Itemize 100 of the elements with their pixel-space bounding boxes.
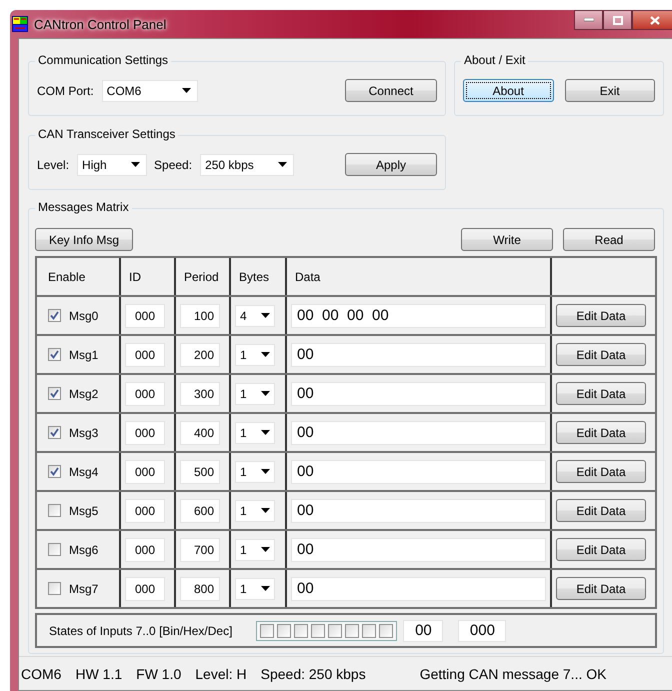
speed-dropdown[interactable]: 250 kbps [200, 154, 294, 176]
write-button[interactable]: Write [461, 228, 553, 251]
close-button[interactable] [632, 10, 672, 30]
edit-data-button[interactable]: Edit Data [556, 460, 646, 483]
enable-checkbox[interactable] [48, 387, 61, 400]
com-port-dropdown[interactable]: COM6 [102, 80, 198, 102]
data-field[interactable]: 00 [291, 576, 546, 600]
column-header: Bytes [239, 270, 270, 284]
enable-checkbox[interactable] [48, 348, 61, 361]
edit-data-button[interactable]: Edit Data [556, 343, 646, 366]
edit-data-button[interactable]: Edit Data [556, 499, 646, 522]
enable-checkbox[interactable] [48, 309, 61, 322]
group-title: About / Exit [461, 53, 528, 67]
bytes-dropdown[interactable]: 1 [235, 500, 275, 522]
bytes-dropdown[interactable]: 1 [235, 538, 275, 560]
enable-checkbox[interactable] [48, 543, 61, 556]
field-label: Level: [37, 158, 70, 172]
id-field[interactable]: 000 [125, 576, 165, 600]
edit-data-button[interactable]: Edit Data [556, 577, 646, 600]
enable-checkbox[interactable] [48, 582, 61, 595]
period-field[interactable]: 500 [180, 460, 220, 484]
period-field[interactable]: 300 [180, 382, 220, 406]
status-text: Speed: 250 kbps [260, 666, 366, 682]
edit-data-button[interactable]: Edit Data [556, 421, 646, 444]
hex-field[interactable]: 00 [403, 620, 444, 642]
caret-icon [261, 547, 270, 552]
minimize-icon [584, 18, 594, 22]
period-field[interactable]: 100 [180, 304, 220, 328]
bytes-dropdown[interactable]: 1 [235, 578, 275, 600]
level-dropdown[interactable]: High [77, 154, 148, 176]
period-field[interactable]: 200 [180, 342, 220, 366]
caret-icon [182, 88, 191, 93]
enable-checkbox[interactable] [48, 504, 61, 517]
dec-field[interactable]: 000 [458, 620, 506, 642]
input-bit-checkbox[interactable] [379, 624, 394, 638]
status-text: Getting CAN message 7... OK [420, 666, 606, 682]
inputs-label: States of Inputs 7..0 [Bin/Hex/Dec] [49, 624, 232, 638]
input-bit-checkbox[interactable] [328, 624, 342, 638]
column-header: Data [295, 270, 320, 284]
period-field[interactable]: 400 [180, 420, 220, 444]
id-field[interactable]: 000 [125, 304, 165, 328]
message-name: Msg0 [69, 308, 98, 322]
data-field[interactable]: 00 [291, 460, 546, 484]
exit-button[interactable]: Exit [564, 79, 655, 102]
input-bit-checkbox[interactable] [345, 624, 360, 638]
status-text: COM6 [21, 666, 62, 682]
checkmark-icon [50, 311, 59, 320]
caret-icon [261, 508, 270, 513]
input-bit-checkbox[interactable] [294, 624, 308, 638]
edit-data-button[interactable]: Edit Data [556, 382, 646, 405]
bytes-dropdown[interactable]: 1 [235, 422, 275, 444]
minimize-button[interactable] [574, 10, 603, 30]
caret-icon [261, 391, 270, 396]
connect-button[interactable]: Connect [345, 79, 437, 102]
field-label: COM Port: [37, 84, 94, 98]
period-field[interactable]: 800 [180, 576, 220, 600]
id-field[interactable]: 000 [125, 460, 165, 484]
bytes-dropdown[interactable]: 1 [235, 344, 275, 366]
close-icon [650, 16, 660, 24]
bytes-dropdown[interactable]: 4 [235, 304, 275, 326]
message-name: Msg7 [69, 582, 98, 596]
id-field[interactable]: 000 [125, 538, 165, 562]
column-header: Period [184, 270, 219, 284]
read-button[interactable]: Read [563, 228, 655, 251]
apply-button[interactable]: Apply [345, 153, 437, 176]
period-field[interactable]: 600 [180, 498, 220, 522]
id-field[interactable]: 000 [125, 498, 165, 522]
message-name: Msg6 [69, 542, 98, 556]
data-field[interactable]: 00 [291, 498, 546, 522]
bytes-dropdown[interactable]: 1 [235, 460, 275, 482]
bytes-dropdown[interactable]: 1 [235, 382, 275, 404]
enable-checkbox[interactable] [48, 465, 61, 478]
field-label: Speed: [154, 158, 192, 172]
caret-icon [261, 430, 270, 435]
key-info-button[interactable]: Key Info Msg [35, 228, 133, 251]
data-field[interactable]: 00 [291, 538, 546, 562]
id-field[interactable]: 000 [125, 342, 165, 366]
group-title: Messages Matrix [35, 200, 132, 214]
enable-checkbox[interactable] [48, 426, 61, 439]
period-field[interactable]: 700 [180, 538, 220, 562]
status-text: Level: H [195, 666, 247, 682]
id-field[interactable]: 000 [125, 420, 165, 444]
maximize-button[interactable] [603, 10, 632, 30]
caret-icon [261, 352, 270, 357]
input-bit-checkbox[interactable] [362, 624, 376, 638]
id-field[interactable]: 000 [125, 382, 165, 406]
checkmark-icon [50, 389, 59, 398]
input-bit-checkbox[interactable] [277, 624, 292, 638]
checkmark-icon [50, 350, 59, 359]
data-field[interactable]: 00 [291, 420, 546, 444]
data-field[interactable]: 00 00 00 00 [291, 304, 546, 328]
input-bit-checkbox[interactable] [260, 624, 274, 638]
about-button[interactable]: About [463, 79, 554, 102]
input-bit-checkbox[interactable] [311, 624, 326, 638]
data-field[interactable]: 00 [291, 382, 546, 406]
column-header: ID [129, 270, 141, 284]
edit-data-button[interactable]: Edit Data [556, 538, 646, 561]
data-field[interactable]: 00 [291, 342, 546, 366]
edit-data-button[interactable]: Edit Data [556, 304, 646, 327]
caret-icon [131, 162, 140, 167]
